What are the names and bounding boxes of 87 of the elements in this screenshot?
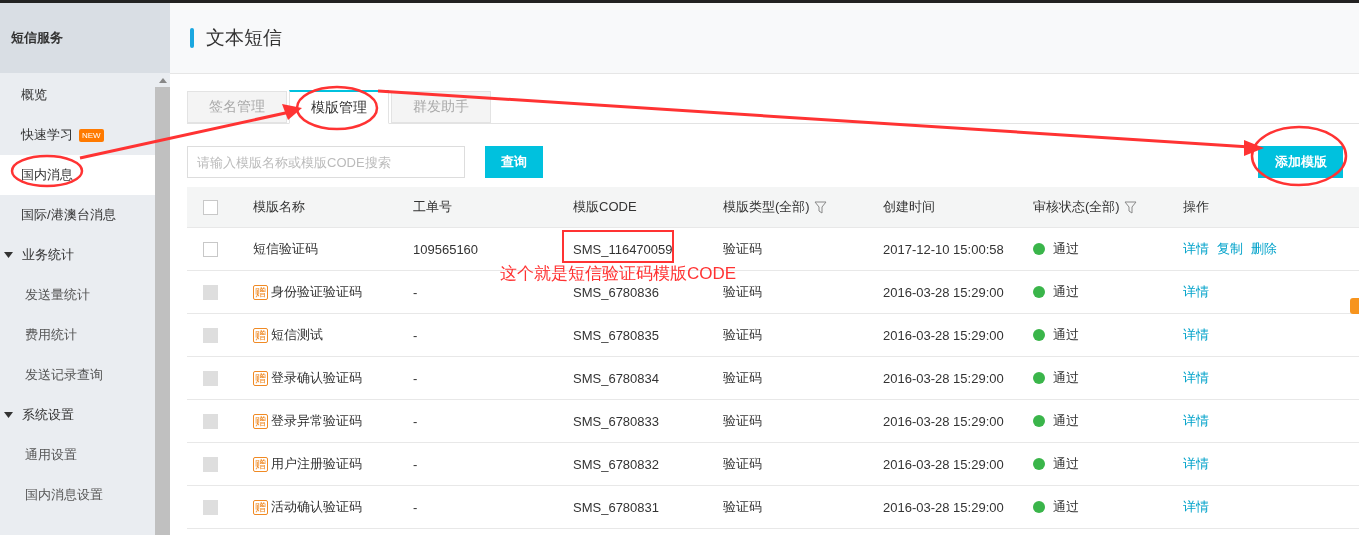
- table-cell: -: [413, 456, 418, 472]
- gift-badge: 赠: [253, 413, 268, 429]
- status-text: 通过: [1053, 412, 1079, 430]
- table-cell: -: [413, 370, 418, 386]
- sidebar-item[interactable]: 国内消息: [21, 166, 73, 184]
- table-cell: 2017-12-10 15:00:58: [883, 241, 1004, 257]
- table-cell: -: [413, 327, 418, 343]
- sidebar-item[interactable]: 费用统计: [0, 315, 155, 355]
- table-cell: SMS_6780831: [573, 499, 659, 515]
- caret-icon: [4, 412, 13, 418]
- table-cell: 验证码: [723, 498, 762, 516]
- search-button[interactable]: 查询: [485, 146, 543, 178]
- checkbox[interactable]: [203, 199, 218, 215]
- table-cell: 验证码: [723, 326, 762, 344]
- table-cell: SMS_6780834: [573, 370, 659, 386]
- tab[interactable]: 签名管理: [187, 91, 287, 123]
- table-cell: 2016-03-28 15:29:00: [883, 327, 1004, 343]
- status-text: 通过: [1053, 455, 1079, 473]
- action-link[interactable]: 详情: [1183, 240, 1209, 258]
- table-cell: 短信测试: [271, 326, 323, 344]
- side-tab[interactable]: [1350, 298, 1359, 314]
- column-header: 模版类型(全部): [723, 198, 810, 216]
- status-text: 通过: [1053, 240, 1079, 258]
- table-cell: 验证码: [723, 455, 762, 473]
- table-cell: 2016-03-28 15:29:00: [883, 499, 1004, 515]
- sidebar-item[interactable]: 国内消息设置: [0, 475, 155, 515]
- status-text: 通过: [1053, 326, 1079, 344]
- gift-badge: 赠: [253, 499, 268, 515]
- table-cell: 验证码: [723, 283, 762, 301]
- table-cell: 2016-03-28 15:29:00: [883, 413, 1004, 429]
- action-link[interactable]: 复制: [1217, 240, 1243, 258]
- scroll-up-icon[interactable]: [158, 77, 167, 83]
- table-cell: SMS_6780832: [573, 456, 659, 472]
- table-cell: 验证码: [723, 240, 762, 258]
- gift-badge: 赠: [253, 370, 268, 386]
- table-cell: SMS_116470059: [573, 241, 673, 257]
- table-cell: -: [413, 413, 418, 429]
- filter-icon[interactable]: [1123, 200, 1137, 214]
- table-cell: 109565160: [413, 241, 479, 257]
- table-cell: 登录异常验证码: [271, 412, 362, 430]
- column-header: 模版名称: [253, 198, 305, 216]
- table-cell: 2016-03-28 15:29:00: [883, 456, 1004, 472]
- table-cell: 登录确认验证码: [271, 369, 362, 387]
- table-cell: 身份验证验证码: [271, 283, 362, 301]
- table-cell: 活动确认验证码: [271, 498, 362, 516]
- table-cell: SMS_6780833: [573, 413, 659, 429]
- search-field[interactable]: 请输入模版名称或模版CODE搜索: [187, 146, 465, 178]
- sidebar-item[interactable]: 快速学习: [21, 126, 73, 144]
- checkbox[interactable]: [203, 241, 218, 257]
- add-template-button[interactable]: 添加模版: [1258, 146, 1343, 178]
- status-text: 通过: [1053, 283, 1079, 301]
- sidebar-section[interactable]: 系统设置: [0, 395, 155, 435]
- sidebar-title: 短信服务: [0, 3, 170, 73]
- gift-badge: 赠: [253, 284, 268, 300]
- table-cell: 验证码: [723, 369, 762, 387]
- table-cell: 验证码: [723, 412, 762, 430]
- action-link[interactable]: 删除: [1251, 240, 1277, 258]
- annotation-text: 这个就是短信验证码模版CODE: [500, 263, 737, 285]
- table-cell: -: [413, 499, 418, 515]
- sidebar-item[interactable]: 国际/港澳台消息: [21, 206, 116, 224]
- new-badge: NEW: [79, 128, 104, 142]
- table-cell: 用户注册验证码: [271, 455, 362, 473]
- sidebar-item[interactable]: 通用设置: [0, 435, 155, 475]
- column-header: 工单号: [413, 198, 452, 216]
- scrollbar[interactable]: [155, 73, 170, 535]
- sidebar-section[interactable]: 业务统计: [0, 235, 155, 275]
- page-title: 文本短信: [206, 26, 282, 50]
- gift-badge: 赠: [253, 327, 268, 343]
- sidebar-item[interactable]: 发送量统计: [0, 275, 155, 315]
- caret-icon: [4, 252, 13, 258]
- column-header: 操作: [1183, 198, 1209, 216]
- status-text: 通过: [1053, 369, 1079, 387]
- table-cell: SMS_6780836: [573, 284, 659, 300]
- table-cell: 短信验证码: [253, 240, 318, 258]
- gift-badge: 赠: [253, 456, 268, 472]
- table-cell: SMS_6780835: [573, 327, 659, 343]
- column-header: 模版CODE: [573, 198, 637, 216]
- table-cell: -: [413, 284, 418, 300]
- tab[interactable]: 群发助手: [391, 91, 491, 123]
- sidebar-item[interactable]: 概览: [21, 86, 47, 104]
- filter-icon[interactable]: [813, 200, 827, 214]
- table-cell: 2016-03-28 15:29:00: [883, 370, 1004, 386]
- table-cell: 2016-03-28 15:29:00: [883, 284, 1004, 300]
- column-header: 创建时间: [883, 198, 935, 216]
- sidebar-item[interactable]: 发送记录查询: [0, 355, 155, 395]
- status-text: 通过: [1053, 498, 1079, 516]
- column-header: 审核状态(全部): [1033, 198, 1120, 216]
